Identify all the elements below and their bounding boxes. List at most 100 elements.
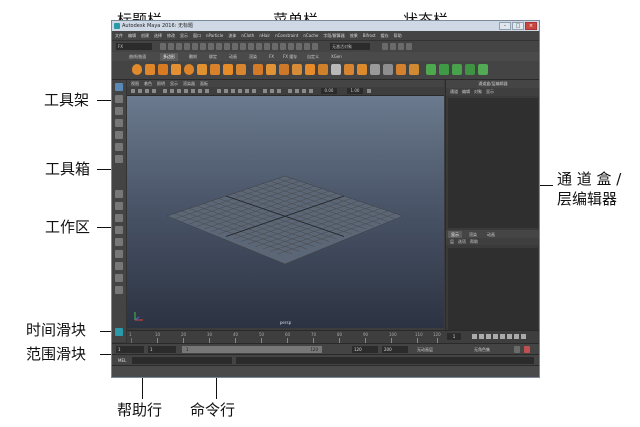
go-to-start-icon[interactable] xyxy=(472,334,477,339)
color-management-icon[interactable] xyxy=(367,89,371,93)
playback-end-field[interactable]: 120 xyxy=(352,346,378,353)
menu-ncloth[interactable]: nCloth xyxy=(241,31,254,40)
time-slider[interactable]: 1 10 20 30 40 50 60 70 80 90 100 110 120… xyxy=(127,330,539,344)
step-forward-key-icon[interactable] xyxy=(514,334,519,339)
menu-windows[interactable]: 窗口 xyxy=(193,31,201,40)
menu-set-selector[interactable]: FX xyxy=(116,43,152,50)
lock-icon[interactable] xyxy=(312,43,318,50)
open-scene-icon[interactable] xyxy=(168,43,174,50)
poly-cube-icon[interactable] xyxy=(145,64,155,75)
animation-end-field[interactable]: 200 xyxy=(382,346,408,353)
le-menu-options[interactable]: 选项 xyxy=(458,238,466,245)
smooth-icon[interactable] xyxy=(292,64,302,75)
render-view-icon[interactable] xyxy=(272,43,278,50)
xray-joints-icon[interactable] xyxy=(277,89,281,93)
redo-icon[interactable] xyxy=(192,43,198,50)
poly-cone-icon[interactable] xyxy=(171,64,181,75)
menu-bifrost[interactable]: Bifrost xyxy=(363,31,376,40)
menu-nparticle[interactable]: nParticle xyxy=(206,31,223,40)
shadows-icon[interactable] xyxy=(252,89,256,93)
le-menu-layers[interactable]: 层 xyxy=(450,238,454,245)
safe-action-icon[interactable] xyxy=(198,89,202,93)
select-component-icon[interactable] xyxy=(216,43,222,50)
bridge-icon[interactable] xyxy=(331,64,341,75)
anim-layer-select[interactable]: 无动画层 xyxy=(417,346,433,353)
minimize-button[interactable]: – xyxy=(499,22,511,30)
animation-prefs-icon[interactable] xyxy=(524,346,530,353)
field-chart-icon[interactable] xyxy=(191,89,195,93)
camera-attributes-icon[interactable] xyxy=(138,89,142,93)
hypershade-icon[interactable] xyxy=(304,43,310,50)
auto-key-icon[interactable] xyxy=(514,346,520,353)
poly-disc-icon[interactable] xyxy=(210,64,220,75)
poly-torus-icon[interactable] xyxy=(184,64,194,75)
extrude-icon[interactable] xyxy=(344,64,354,75)
ambient-occlusion-icon[interactable] xyxy=(288,89,292,93)
film-gate-icon[interactable] xyxy=(170,89,174,93)
play-backward-icon[interactable] xyxy=(493,334,498,339)
wireframe-icon[interactable] xyxy=(217,89,221,93)
lasso-tool-icon[interactable] xyxy=(115,95,123,103)
go-to-end-icon[interactable] xyxy=(521,334,526,339)
outliner-icon[interactable] xyxy=(115,250,123,258)
viewport-menu-shading[interactable]: 着色 xyxy=(144,80,152,87)
poly-plane-icon[interactable] xyxy=(197,64,207,75)
current-frame-field[interactable]: 1 xyxy=(447,333,461,340)
attribute-editor-icon[interactable] xyxy=(390,43,396,50)
step-back-frame-icon[interactable] xyxy=(486,334,491,339)
playback-start-field[interactable]: 1 xyxy=(148,346,176,353)
move-tool-icon[interactable] xyxy=(115,119,123,127)
spherical-map-icon[interactable] xyxy=(465,64,475,75)
shelf-tab-curves[interactable]: 曲线/曲面 xyxy=(126,53,149,61)
animation-start-field[interactable]: 1 xyxy=(116,346,144,353)
mirror-icon[interactable] xyxy=(318,64,328,75)
layer-tab-render[interactable]: 渲染 xyxy=(466,231,480,238)
last-tool-icon[interactable] xyxy=(115,155,123,163)
gate-mask-icon[interactable] xyxy=(184,89,188,93)
menu-nconstraint[interactable]: nConstraint xyxy=(275,31,298,40)
four-view-layout-icon[interactable] xyxy=(115,202,123,210)
object-name-field[interactable]: 无激活对象 xyxy=(330,43,370,50)
select-object-icon[interactable] xyxy=(208,43,214,50)
play-forward-icon[interactable] xyxy=(500,334,505,339)
menu-fields-solvers[interactable]: 字段/解算器 xyxy=(323,31,344,40)
anti-aliasing-icon[interactable] xyxy=(302,89,306,93)
cb-menu-edit[interactable]: 编辑 xyxy=(462,88,470,96)
tool-settings-icon[interactable] xyxy=(398,43,404,50)
snap-point-icon[interactable] xyxy=(240,43,246,50)
shelf-tab-xgen[interactable]: XGen xyxy=(328,53,345,61)
scale-tool-icon[interactable] xyxy=(115,143,123,151)
cylindrical-map-icon[interactable] xyxy=(452,64,462,75)
channel-box-body[interactable] xyxy=(448,98,538,228)
hypershade-layout-icon[interactable] xyxy=(115,262,123,270)
use-all-lights-icon[interactable] xyxy=(245,89,249,93)
rotate-tool-icon[interactable] xyxy=(115,131,123,139)
menu-nhair[interactable]: nHair xyxy=(259,31,270,40)
shelf-tab-animation[interactable]: 动画 xyxy=(226,53,240,61)
character-set-select[interactable]: 无角色集 xyxy=(474,346,490,353)
persp-graph-layout-icon[interactable] xyxy=(115,226,123,234)
render-current-icon[interactable] xyxy=(280,43,286,50)
script-language-label[interactable]: MEL xyxy=(118,357,126,364)
gamma-field[interactable]: 1.00 xyxy=(347,88,363,94)
side-by-side-layout-icon[interactable] xyxy=(115,214,123,222)
layer-editor-body[interactable] xyxy=(448,248,538,338)
separate-icon[interactable] xyxy=(266,64,276,75)
isolate-select-icon[interactable] xyxy=(263,89,267,93)
shelf-tab-rendering[interactable]: 渲染 xyxy=(246,53,260,61)
safe-title-icon[interactable] xyxy=(205,89,209,93)
shelf-tab-custom[interactable]: 自定义 xyxy=(304,53,322,61)
platonic-solid-icon[interactable] xyxy=(223,64,233,75)
grid-toggle-icon[interactable] xyxy=(163,89,167,93)
select-tool-icon[interactable] xyxy=(115,83,123,91)
menu-select[interactable]: 选择 xyxy=(154,31,162,40)
shelf-tab-sculpting[interactable]: 雕刻 xyxy=(186,53,200,61)
le-menu-help[interactable]: 帮助 xyxy=(470,238,478,245)
exposure-field[interactable]: 0.00 xyxy=(321,88,337,94)
uv-editor-icon[interactable] xyxy=(426,64,436,75)
menu-help[interactable]: 帮助 xyxy=(394,31,402,40)
select-hierarchy-icon[interactable] xyxy=(200,43,206,50)
cb-menu-show[interactable]: 显示 xyxy=(486,88,494,96)
custom-layout-icon[interactable] xyxy=(115,286,123,294)
poly-sphere-icon[interactable] xyxy=(132,64,142,75)
